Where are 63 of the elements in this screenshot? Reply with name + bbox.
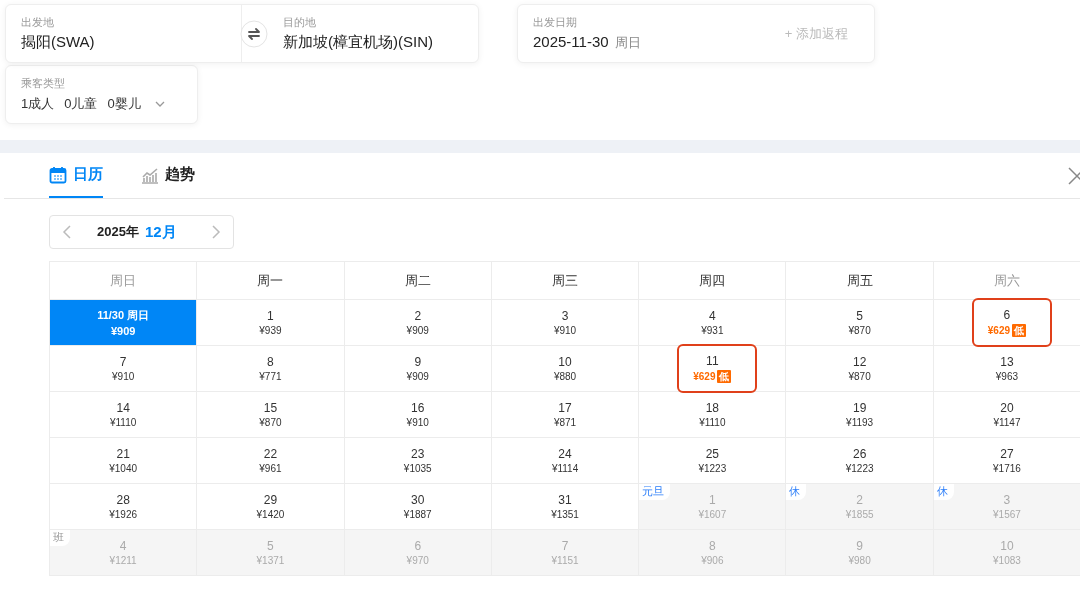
date-cell[interactable]: 22 ¥961	[197, 438, 345, 484]
date-cell[interactable]: 4 ¥931	[639, 300, 787, 346]
destination-label: 目的地	[283, 15, 317, 30]
date-cell[interactable]: 21 ¥1040	[50, 438, 198, 484]
date-cell[interactable]: 17 ¥871	[491, 392, 640, 438]
weekday-header: 周一	[197, 262, 345, 300]
date-cell[interactable]: 14 ¥1110	[50, 392, 198, 438]
chart-icon	[141, 165, 159, 184]
date-cell[interactable]: 20 ¥1147	[933, 392, 1080, 438]
month-text: 12月	[144, 222, 178, 242]
close-icon[interactable]	[1068, 167, 1080, 185]
calendar-icon	[49, 165, 67, 184]
date-cell[interactable]: 2 ¥909	[344, 300, 492, 346]
date-label: 出发日期	[533, 15, 578, 30]
passenger-card[interactable]: 乘客类型 1成人 0儿童 0婴儿	[5, 65, 198, 124]
low-price-badge: 低	[717, 370, 732, 383]
date-cell[interactable]: 7 ¥910	[50, 346, 198, 392]
origin-field[interactable]: 揭阳(SWA)	[21, 33, 242, 52]
weekday-header: 周三	[491, 262, 640, 300]
destination-field[interactable]: 新加坡(樟宜机场)(SIN)	[283, 33, 433, 52]
date-cell[interactable]: 24 ¥1114	[491, 438, 640, 484]
passenger-label: 乘客类型	[21, 76, 66, 91]
weekday-header: 周四	[639, 262, 787, 300]
date-cell[interactable]: 休 3 ¥1567	[933, 484, 1080, 530]
date-cell[interactable]: 16 ¥910	[344, 392, 492, 438]
date-cell[interactable]: 11/30 周日 ¥909	[50, 300, 198, 346]
passenger-count: 0婴儿	[107, 95, 141, 113]
weekday-header: 周五	[786, 262, 934, 300]
date-cell[interactable]: 3 ¥910	[491, 300, 640, 346]
date-cell[interactable]: 5 ¥870	[786, 300, 934, 346]
date-cell[interactable]: 15 ¥870	[197, 392, 345, 438]
swap-icon[interactable]	[240, 19, 268, 48]
date-cell[interactable]: 13 ¥963	[933, 346, 1080, 392]
date-cell[interactable]: 6 ¥629 低	[933, 300, 1080, 346]
tab[interactable]: 日历	[49, 153, 103, 198]
holiday-tag: 班	[50, 530, 70, 546]
weekday-header: 周六	[933, 262, 1080, 300]
weekday-text: 周日	[614, 34, 641, 52]
year-text: 2025年	[97, 223, 139, 241]
weekday-header: 周二	[344, 262, 492, 300]
date-value[interactable]: 2025-11-30	[533, 33, 609, 50]
date-cell[interactable]: 19 ¥1193	[786, 392, 934, 438]
date-cell[interactable]: 8 ¥771	[197, 346, 345, 392]
passenger-count: 1成人	[21, 95, 55, 113]
holiday-tag: 休	[786, 484, 807, 500]
chevron-right-icon[interactable]	[212, 225, 221, 239]
low-price-badge: 低	[1012, 324, 1027, 337]
date-cell[interactable]: 9 ¥909	[344, 346, 492, 392]
date-cell[interactable]: 23 ¥1035	[344, 438, 492, 484]
date-cell[interactable]: 18 ¥1110	[639, 392, 787, 438]
chevron-down-icon	[154, 101, 165, 107]
date-cell[interactable]: 1 ¥939	[197, 300, 345, 346]
date-cell[interactable]: 休 2 ¥1855	[786, 484, 934, 530]
date-cell[interactable]: 10 ¥880	[491, 346, 640, 392]
date-cell[interactable]: 12 ¥870	[786, 346, 934, 392]
holiday-tag: 休	[933, 484, 954, 500]
chevron-left-icon[interactable]	[62, 225, 71, 239]
holiday-tag: 元旦	[639, 484, 671, 500]
date-cell[interactable]: 元旦 1 ¥1607	[639, 484, 787, 530]
date-cell[interactable]: 11 ¥629 低	[639, 346, 787, 392]
passenger-count: 0儿童	[64, 95, 98, 113]
origin-label: 出发地	[21, 15, 55, 30]
tab[interactable]: 趋势	[141, 153, 195, 198]
